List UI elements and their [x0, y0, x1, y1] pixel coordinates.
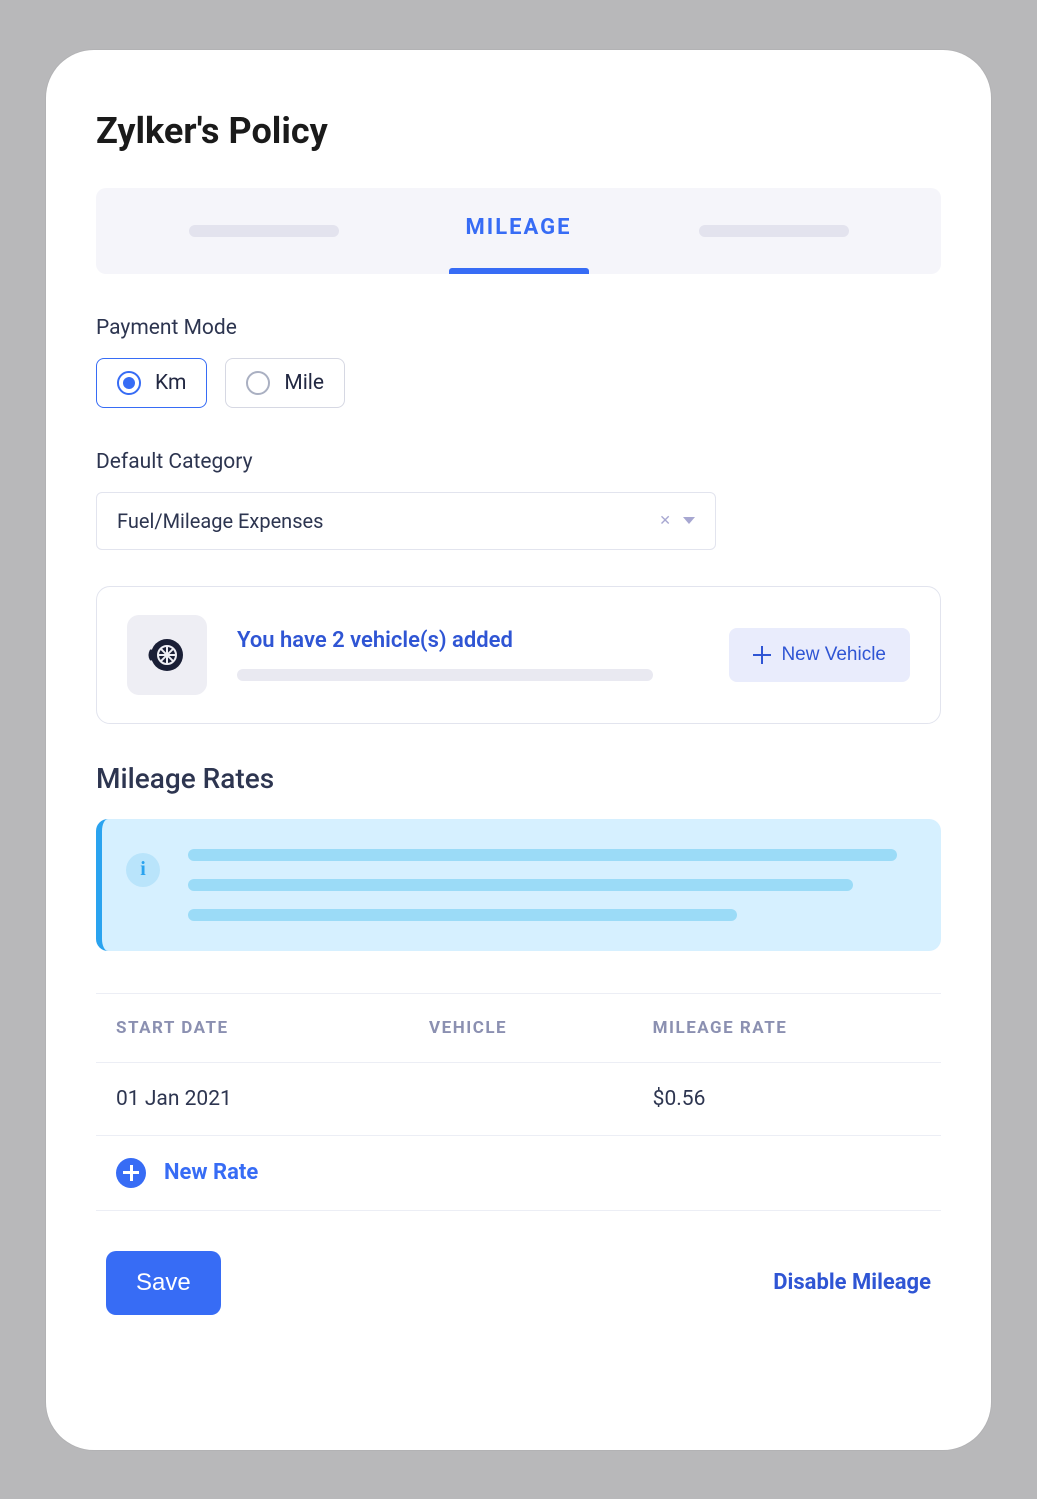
vehicles-card: You have 2 vehicle(s) added New Vehicle	[96, 586, 941, 724]
placeholder-bar	[188, 849, 897, 861]
disable-mileage-link[interactable]: Disable Mileage	[773, 1270, 931, 1295]
mileage-rates-heading: Mileage Rates	[96, 762, 941, 795]
placeholder-bar	[237, 669, 653, 681]
table-row[interactable]: 01 Jan 2021 $0.56	[96, 1063, 941, 1136]
cell-start-date: 01 Jan 2021	[116, 1087, 429, 1111]
chevron-down-icon	[683, 517, 695, 524]
placeholder-bar	[188, 879, 853, 891]
col-mileage-rate: MILEAGE RATE	[653, 1018, 921, 1038]
default-category-label: Default Category	[96, 450, 941, 474]
select-icons: ✕	[659, 513, 695, 529]
radio-icon	[117, 371, 141, 395]
radio-mile[interactable]: Mile	[225, 358, 345, 408]
new-rate-label: New Rate	[164, 1160, 258, 1185]
radio-km-label: Km	[155, 371, 186, 395]
new-rate-button[interactable]: New Rate	[96, 1136, 941, 1211]
placeholder-bar	[188, 909, 737, 921]
placeholder-bar	[189, 225, 339, 237]
col-start-date: START DATE	[116, 1018, 429, 1038]
tab-placeholder-right[interactable]	[646, 225, 901, 237]
tab-placeholder-left[interactable]	[136, 225, 391, 237]
radio-icon	[246, 371, 270, 395]
plus-circle-icon	[116, 1158, 146, 1188]
tab-mileage[interactable]: MILEAGE	[391, 188, 646, 274]
new-vehicle-button-label: New Vehicle	[781, 644, 886, 666]
info-text-placeholder	[188, 849, 911, 921]
wheel-icon	[127, 615, 207, 695]
default-category-value: Fuel/Mileage Expenses	[117, 509, 323, 533]
placeholder-bar	[699, 225, 849, 237]
tab-underline	[449, 268, 589, 274]
col-vehicle: VEHICLE	[429, 1018, 653, 1038]
info-banner: i	[96, 819, 941, 951]
table-header: START DATE VEHICLE MILEAGE RATE	[96, 994, 941, 1063]
settings-panel: Zylker's Policy MILEAGE Payment Mode Km …	[46, 50, 991, 1450]
rates-table: START DATE VEHICLE MILEAGE RATE 01 Jan 2…	[96, 993, 941, 1211]
clear-icon[interactable]: ✕	[659, 513, 671, 529]
cell-mileage-rate: $0.56	[653, 1087, 921, 1111]
new-vehicle-button[interactable]: New Vehicle	[729, 628, 910, 682]
footer: Save Disable Mileage	[96, 1251, 941, 1315]
info-icon: i	[126, 853, 160, 887]
payment-mode-label: Payment Mode	[96, 316, 941, 340]
vehicles-card-message: You have 2 vehicle(s) added	[237, 628, 699, 653]
tab-mileage-label: MILEAGE	[466, 188, 572, 268]
tabs-bar: MILEAGE	[96, 188, 941, 274]
save-button[interactable]: Save	[106, 1251, 221, 1315]
payment-mode-group: Km Mile	[96, 358, 941, 408]
save-button-label: Save	[136, 1269, 191, 1296]
page-title: Zylker's Policy	[96, 110, 941, 152]
plus-icon	[753, 646, 771, 664]
radio-mile-label: Mile	[284, 371, 324, 395]
default-category-select[interactable]: Fuel/Mileage Expenses ✕	[96, 492, 716, 550]
radio-km[interactable]: Km	[96, 358, 207, 408]
